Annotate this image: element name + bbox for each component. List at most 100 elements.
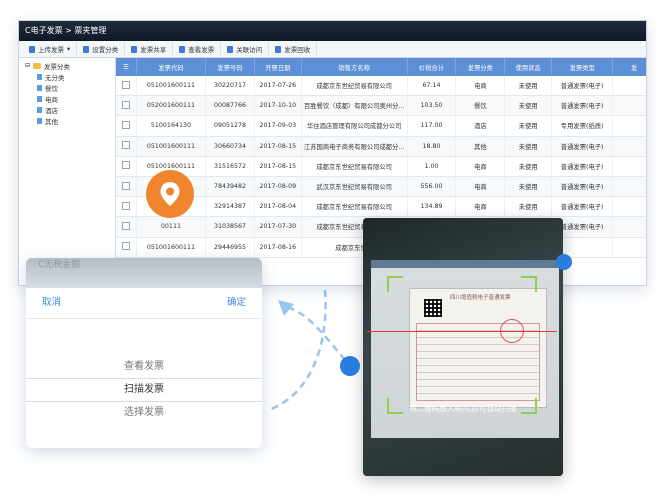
row-select-cell (116, 216, 137, 238)
table-cell: 134.89 (407, 196, 457, 218)
table-cell: 051001600111 (136, 76, 207, 97)
table-cell: 百胜餐饮（成都）有限公司奥州分... (301, 95, 408, 117)
tree-item-other[interactable]: 其他 (19, 115, 115, 126)
document-icon (83, 45, 90, 53)
confirm-button[interactable]: 确定 (227, 294, 246, 318)
phone-header-text: C无税金额 (38, 260, 81, 270)
linked-access-button[interactable]: 关联访问 (221, 42, 270, 56)
table-cell: 5100164130 (136, 115, 207, 137)
column-header[interactable]: 发票类型 (551, 58, 614, 76)
table-row[interactable]: 052001600111 00087766 2017-10-10 百胜餐饮（成都）有限… (116, 95, 646, 117)
table-cell (612, 216, 646, 238)
table-cell: 电商 (455, 76, 506, 97)
column-header[interactable]: 发票分类 (455, 58, 506, 76)
table-cell: 未使用 (504, 196, 553, 218)
table-cell (612, 95, 646, 117)
tree-item-ecommerce[interactable]: 电商 (19, 93, 115, 104)
column-header[interactable]: 使用状态 (504, 58, 553, 76)
table-row[interactable]: 5100164130 09051278 2017-09-03 华住酒店管理有限公司成都… (116, 115, 646, 137)
table-cell: 2017-08-04 (254, 196, 302, 218)
column-header[interactable]: 发票号码 (205, 58, 255, 76)
table-cell: 电商 (455, 196, 506, 218)
column-header[interactable]: 发票代码 (136, 58, 207, 76)
table-cell: 051001600111 (136, 237, 207, 258)
document-icon (37, 84, 42, 91)
connector-dot (340, 356, 360, 376)
table-row[interactable]: 00111329143872017-08-04成都京东世纪贸易有限公司134.8… (116, 196, 646, 218)
checkbox-icon[interactable] (121, 242, 130, 251)
phone-header: C无税金额 (26, 258, 262, 288)
table-cell: 普通发票(电子) (551, 95, 614, 117)
cancel-button[interactable]: 取消 (42, 294, 61, 318)
checkbox-icon[interactable] (121, 181, 130, 190)
checkbox-icon[interactable] (121, 201, 130, 210)
table-cell: 武汉京东世纪贸易有限公司 (301, 176, 408, 198)
table-cell (612, 176, 646, 198)
table-row[interactable]: 051001600111 30220717 2017-07-26 成都京东世纪贸易有限… (116, 76, 646, 97)
table-cell: 30660734 (205, 136, 255, 157)
location-pin-badge (146, 170, 194, 218)
table-cell (612, 156, 646, 177)
table-cell: 普通发票(电子) (551, 176, 614, 198)
table-cell: 成都京东世纪贸易有限公司 (301, 76, 408, 97)
scan-camera-view: 四川增值税电子普通发票 将二维码放入框内,即可自动扫描 (363, 218, 563, 476)
checkbox-icon[interactable] (121, 120, 130, 129)
row-select-cell (116, 156, 137, 177)
table-cell: 117.00 (407, 115, 457, 137)
upload-invoice-button[interactable]: 上传发票 ▾ (23, 42, 78, 56)
menu-item-scan-invoice[interactable]: 扫描发票 (26, 378, 262, 402)
table-cell: 1.00 (407, 156, 457, 177)
table-cell: 未使用 (504, 115, 553, 137)
table-cell: 电商 (455, 176, 506, 198)
view-invoice-button[interactable]: 查看发票 (173, 42, 222, 56)
table-cell: 普通发票(电子) (551, 156, 614, 177)
set-category-button[interactable]: 设置分类 (77, 42, 126, 56)
column-header[interactable]: 开票日期 (254, 58, 302, 76)
table-row[interactable]: 051001600111 31516572 2017-08-15 成都京东世纪贸易有限… (116, 156, 646, 177)
tree-root[interactable]: ⊟ 发票分类 (19, 60, 115, 71)
table-row[interactable]: 0411784394822017-08-09武汉京东世纪贸易有限公司556.00… (116, 176, 646, 198)
tree-item-uncategorized[interactable]: 无分类 (19, 71, 115, 82)
table-cell: 31516572 (205, 156, 255, 177)
action-bar: 取消 确定 (26, 288, 262, 319)
table-cell: 成都京东世纪贸易有限公司 (301, 196, 408, 218)
column-header-select[interactable]: ☰ (116, 58, 137, 76)
table-cell: 未使用 (504, 136, 553, 157)
table-cell: 052001600111 (136, 95, 207, 117)
table-cell (612, 115, 646, 137)
menu-item-select-invoice[interactable]: 选择发票 (26, 402, 262, 424)
document-icon (29, 45, 35, 53)
table-cell: 未使用 (504, 95, 553, 117)
share-invoice-button[interactable]: 发票共享 (125, 42, 174, 56)
table-cell (612, 237, 646, 258)
collapse-icon: ⊟ (25, 62, 31, 69)
checkbox-icon[interactable] (121, 221, 130, 230)
table-cell: 2017-08-15 (254, 136, 302, 157)
column-header[interactable]: 发 (612, 58, 646, 76)
checkbox-icon[interactable] (121, 100, 130, 109)
table-cell: 67.14 (407, 76, 457, 97)
table-cell: 2017-08-15 (254, 156, 302, 177)
table-cell: 2017-08-09 (254, 176, 302, 198)
table-cell: 103.50 (407, 95, 457, 117)
column-header[interactable]: 价税合计 (407, 58, 457, 76)
connector-dot (556, 254, 572, 270)
table-row[interactable]: 051001600111 30660734 2017-08-15 江苏国商电子商务有限… (116, 136, 646, 157)
table-cell: 78439482 (205, 176, 255, 198)
checkbox-icon[interactable] (121, 141, 130, 150)
row-select-cell (116, 176, 137, 198)
table-cell: 18.80 (407, 136, 457, 157)
window-title: C电子发票 > 票夹管理 (25, 26, 107, 35)
tree-item-hotel[interactable]: 酒店 (19, 104, 115, 115)
checkbox-icon[interactable] (121, 80, 130, 89)
checkbox-icon[interactable] (121, 161, 130, 170)
table-cell: 31038567 (205, 216, 255, 238)
recycle-invoice-button[interactable]: 发票回收 (269, 42, 318, 56)
menu-item-view-invoice[interactable]: 查看发票 (26, 356, 262, 378)
tree-item-dining[interactable]: 餐饮 (19, 82, 115, 93)
table-cell: 2017-10-10 (254, 95, 302, 117)
column-header[interactable]: 销售方名称 (301, 58, 408, 76)
scan-frame (367, 276, 557, 414)
table-cell: 2017-07-26 (254, 76, 302, 97)
document-icon (179, 45, 186, 53)
